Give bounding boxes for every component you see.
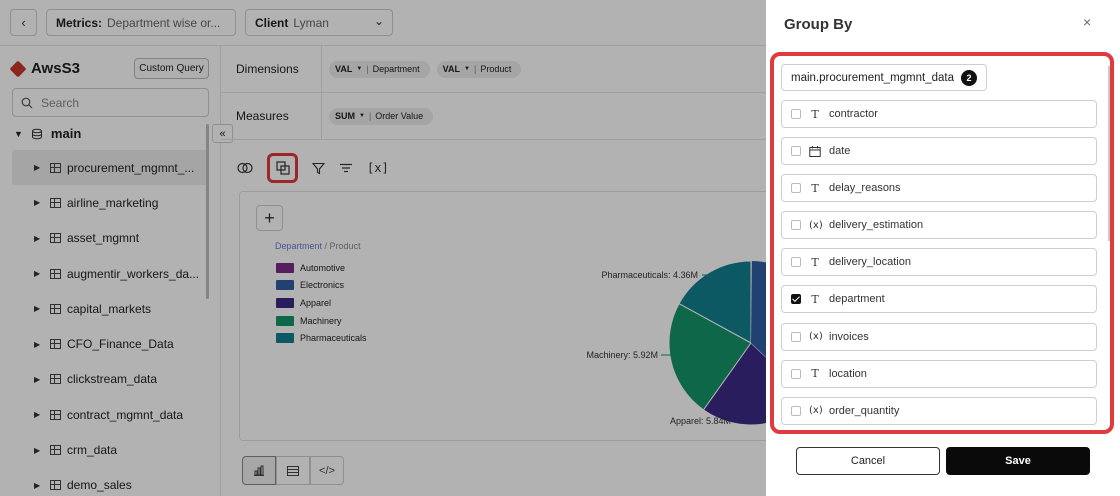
column-checkbox[interactable]	[791, 368, 801, 379]
column-checkbox[interactable]	[791, 294, 801, 305]
variable-icon: (x)	[809, 219, 823, 231]
column-item-delivery-estimation[interactable]: (x) delivery_estimation	[781, 211, 1097, 240]
selected-count-badge: 2	[961, 69, 977, 86]
cancel-button[interactable]: Cancel	[796, 447, 940, 475]
calendar-icon	[809, 145, 821, 157]
text-type-icon: T	[811, 367, 819, 381]
close-icon[interactable]: ×	[1083, 14, 1091, 30]
variable-icon: (x)	[809, 405, 823, 417]
column-checkbox[interactable]	[791, 405, 801, 416]
column-item-delivery-location[interactable]: Tdelivery_location	[781, 248, 1097, 277]
modal-overlay[interactable]	[0, 0, 766, 496]
table-name-chip[interactable]: main.procurement_mgmnt_data 2	[781, 64, 987, 91]
column-label: date	[829, 145, 851, 158]
column-item-order-quantity[interactable]: (x) order_quantity	[781, 396, 1097, 425]
column-label: invoices	[829, 330, 869, 343]
column-item-delay-reasons[interactable]: Tdelay_reasons	[781, 174, 1097, 203]
column-checkbox[interactable]	[791, 109, 801, 119]
column-label: order_quantity	[829, 404, 900, 417]
text-type-icon: T	[811, 292, 819, 306]
column-label: delivery_location	[829, 256, 911, 269]
column-item-department[interactable]: Tdepartment	[781, 285, 1097, 314]
column-checkbox[interactable]	[791, 257, 801, 268]
column-label: delay_reasons	[829, 182, 901, 195]
column-checkbox[interactable]	[791, 331, 801, 342]
group-by-drawer: Group By × main.procurement_mgmnt_data 2…	[766, 0, 1120, 496]
text-type-icon: T	[811, 107, 819, 121]
column-item-contractor[interactable]: Tcontractor	[781, 100, 1097, 128]
column-label: department	[829, 293, 885, 306]
variable-icon: (x)	[809, 331, 823, 343]
column-checkbox[interactable]	[791, 183, 801, 194]
column-label: location	[829, 367, 867, 380]
drawer-title: Group By	[784, 16, 853, 33]
save-button[interactable]: Save	[946, 447, 1090, 475]
text-type-icon: T	[811, 255, 819, 269]
column-list: Tcontractor date Tdelay_reasons (x) delivery…	[781, 100, 1097, 430]
column-item-location[interactable]: Tlocation	[781, 359, 1097, 388]
column-label: contractor	[829, 108, 878, 120]
column-label: delivery_estimation	[829, 219, 924, 232]
column-item-date[interactable]: date	[781, 137, 1097, 166]
column-item-invoices[interactable]: (x) invoices	[781, 322, 1097, 351]
column-list-scrollbar[interactable]	[1108, 66, 1110, 241]
text-type-icon: T	[811, 181, 819, 195]
table-name: main.procurement_mgmnt_data	[791, 71, 954, 84]
column-checkbox[interactable]	[791, 220, 801, 231]
column-selection-panel: main.procurement_mgmnt_data 2 Tcontracto…	[770, 52, 1114, 434]
column-checkbox[interactable]	[791, 146, 801, 157]
